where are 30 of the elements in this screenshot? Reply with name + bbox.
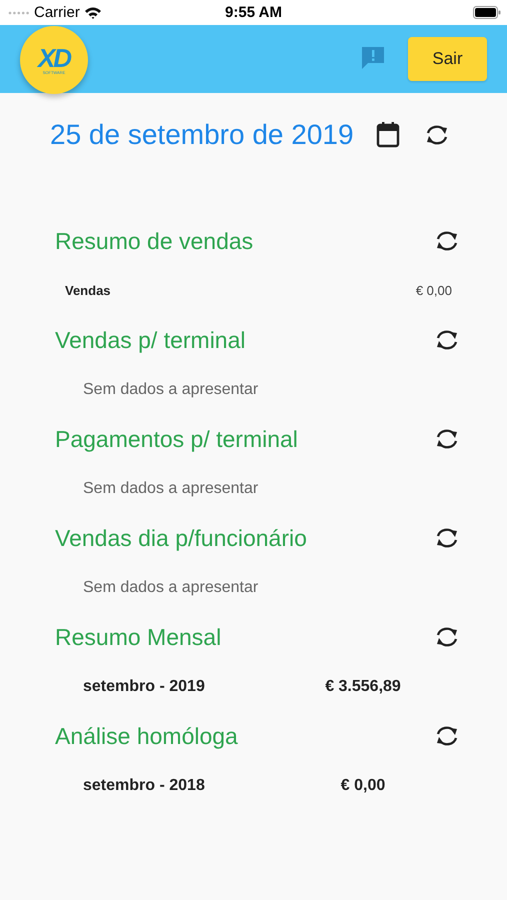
refresh-icon[interactable] bbox=[434, 526, 460, 550]
section-title: Análise homóloga bbox=[55, 722, 238, 750]
calendar-icon[interactable] bbox=[376, 122, 400, 148]
section-title: Pagamentos p/ terminal bbox=[55, 426, 298, 452]
period-label: setembro - 2018 bbox=[83, 776, 206, 794]
section-title: Vendas dia p/funcionário bbox=[55, 524, 307, 552]
row-value: € 0,00 bbox=[416, 283, 452, 298]
empty-message: Sem dados a apresentar bbox=[82, 380, 260, 400]
section-title: Resumo de vendas bbox=[55, 228, 254, 254]
row-label: Vendas bbox=[65, 283, 111, 298]
status-time: 9:55 AM bbox=[225, 4, 282, 21]
logo-mark: XD bbox=[38, 46, 70, 70]
refresh-icon[interactable] bbox=[434, 328, 460, 352]
refresh-icon[interactable] bbox=[434, 229, 460, 253]
carrier-name: Carrier bbox=[34, 4, 80, 21]
empty-message: Sem dados a apresentar bbox=[82, 578, 260, 598]
empty-message: Sem dados a apresentar bbox=[82, 478, 260, 498]
refresh-icon[interactable] bbox=[434, 625, 460, 649]
period-label: setembro - 2019 bbox=[83, 678, 206, 696]
date-heading[interactable]: 25 de setembro de 2019 bbox=[50, 119, 354, 151]
period-value: € 3.556,89 bbox=[324, 678, 402, 696]
refresh-icon[interactable] bbox=[434, 724, 460, 748]
wifi-icon bbox=[84, 6, 102, 19]
section-title: Vendas p/ terminal bbox=[55, 326, 246, 354]
logout-button[interactable]: Sair bbox=[408, 37, 487, 81]
signal-icon bbox=[8, 10, 30, 14]
refresh-icon[interactable] bbox=[434, 427, 460, 451]
period-value: € 0,00 bbox=[340, 776, 386, 794]
section-title: Resumo Mensal bbox=[55, 624, 222, 650]
battery-icon bbox=[473, 6, 501, 19]
